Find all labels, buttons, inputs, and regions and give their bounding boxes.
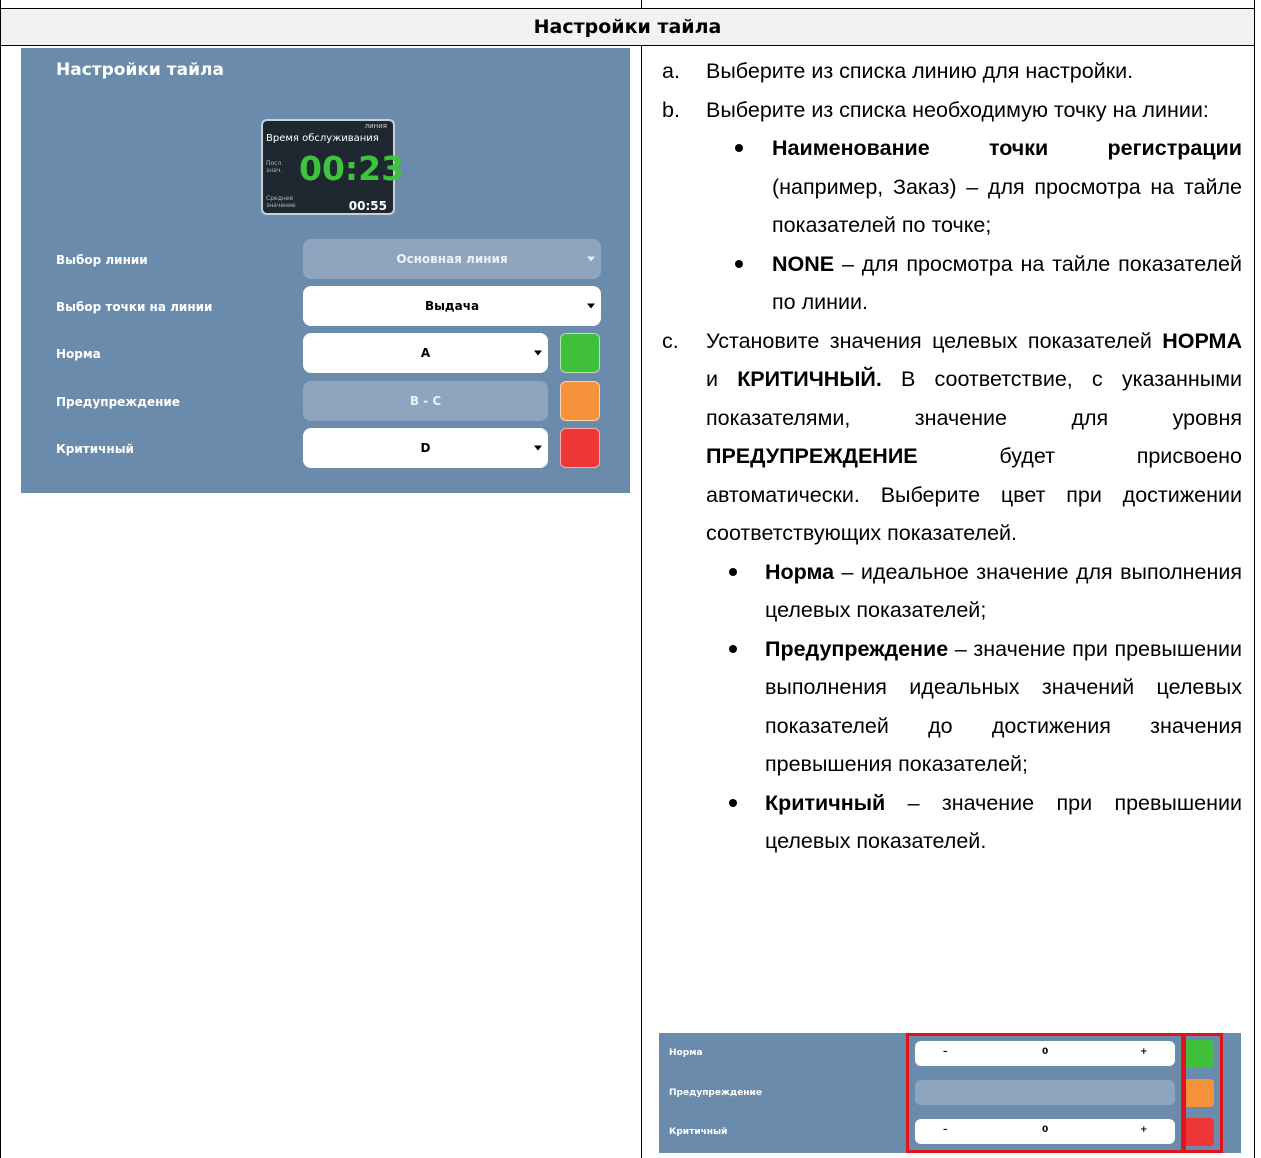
- tile-last-label-2: знач.: [266, 167, 283, 174]
- instruction-c-bold-3: ПРЕДУПРЕЖДЕНИЕ: [706, 444, 918, 468]
- column-divider: [641, 45, 642, 1158]
- critical-select-value: D: [420, 441, 431, 455]
- bullet-critical: Критичный – значение при превышении целе…: [662, 784, 1242, 861]
- point-select-value: Выдача: [424, 299, 480, 313]
- chevron-down-icon: [587, 256, 595, 262]
- section-title: Настройки тайла: [533, 16, 722, 38]
- critical-color-swatch[interactable]: [560, 428, 600, 468]
- instruction-b-marker: b.: [662, 97, 680, 122]
- chevron-down-icon: [587, 303, 595, 309]
- tile-preview: линия Время обслуживания Посл. знач. 00:…: [261, 119, 404, 215]
- s2-warning-label: Предупреждение: [669, 1088, 762, 1098]
- bullet-icon: [729, 644, 737, 653]
- line-select[interactable]: Основная линия: [303, 239, 601, 279]
- table-border-right: [1254, 0, 1255, 1158]
- bullet-point-name-text: (например, Заказ) – для просмотра на тай…: [772, 174, 1242, 238]
- point-select[interactable]: Выдача: [303, 286, 601, 326]
- bullet-critical-bold: Критичный: [765, 790, 886, 815]
- warning-color-swatch[interactable]: [560, 381, 600, 421]
- table-border-left: [0, 0, 1, 1158]
- norm-select[interactable]: A: [303, 333, 548, 373]
- section-header: Настройки тайла: [1, 9, 1254, 45]
- instruction-c-text-1: Установите значения целевых показателей: [706, 328, 1163, 353]
- instruction-c-bold-2: КРИТИЧНЫЙ.: [737, 367, 882, 391]
- bullet-norm: Норма – идеальное значение для выполнени…: [662, 553, 1242, 630]
- instruction-b: b. Выберите из списка необходимую точку …: [662, 91, 1242, 130]
- thresholds-screenshot: Норма – 0 + Предупреждение Критичный – 0…: [659, 1033, 1241, 1153]
- tile-last-label-1: Посл.: [266, 160, 284, 167]
- bullet-icon: [735, 144, 743, 152]
- column-divider-top: [641, 0, 642, 9]
- tile-last-value: 00:23: [299, 149, 405, 188]
- point-select-label: Выбор точки на линии: [56, 300, 213, 314]
- s2-critical-label: Критичный: [669, 1127, 728, 1137]
- instruction-a-text: Выберите из списка линию для настройки.: [706, 59, 1134, 83]
- bullet-norm-text: – идеальное значение для выполнения целе…: [765, 559, 1242, 623]
- bullet-none-bold: NONE: [772, 251, 835, 276]
- bullet-icon: [729, 798, 737, 807]
- document-page: Настройки тайла Настройки тайла линия Вр…: [0, 0, 1261, 1158]
- bullet-none-text: – для просмотра на тайле показателей по …: [772, 251, 1242, 315]
- bullet-icon: [735, 259, 743, 268]
- bullet-point-name: Наименование точки регистрации (например…: [662, 129, 1242, 245]
- tile-avg-label-2: значение: [266, 202, 296, 209]
- warning-label: Предупреждение: [56, 395, 180, 409]
- instruction-b-text: Выберите из списка необходимую точку на …: [706, 97, 1209, 122]
- tile-settings-screenshot: Настройки тайла линия Время обслуживания…: [21, 48, 630, 493]
- critical-label: Критичный: [56, 442, 134, 456]
- tile-avg-value: 00:55: [348, 199, 387, 213]
- bullet-point-name-bold: Наименование точки регистрации: [772, 136, 1242, 160]
- tile-line-tag: линия: [364, 122, 387, 130]
- bullet-warning: Предупреждение – значение при превышении…: [662, 630, 1242, 784]
- critical-select[interactable]: D: [303, 428, 548, 468]
- warning-field-value: B - C: [409, 394, 442, 408]
- tile-avg-label-1: Среднее: [266, 195, 294, 202]
- instruction-c-text-2: и: [706, 367, 738, 391]
- s2-norm-label: Норма: [669, 1048, 703, 1058]
- instruction-a: a. Выберите из списка линию для настройк…: [662, 52, 1242, 91]
- tile-title: Время обслуживания: [266, 133, 379, 144]
- chevron-down-icon: [534, 350, 542, 356]
- instruction-c-bold-1: НОРМА: [1162, 328, 1242, 353]
- instruction-a-marker: a.: [662, 59, 680, 83]
- chevron-down-icon: [534, 445, 542, 451]
- header-border-bottom: [0, 45, 1255, 46]
- instruction-c-marker: c.: [662, 328, 679, 353]
- bullet-icon: [729, 567, 737, 576]
- bullet-warning-bold: Предупреждение: [765, 636, 949, 661]
- warning-field: B - C: [303, 381, 548, 421]
- bullet-none: NONE – для просмотра на тайле показателе…: [662, 245, 1242, 322]
- instructions: a. Выберите из списка линию для настройк…: [662, 52, 1242, 861]
- highlight-box-values: [906, 1033, 1184, 1153]
- tile-last-label: Посл. знач.: [266, 160, 283, 174]
- instruction-c: c. Установите значения целевых показател…: [662, 322, 1242, 553]
- norm-color-swatch[interactable]: [560, 333, 600, 373]
- highlight-box-colors: [1183, 1033, 1223, 1153]
- norm-select-value: A: [420, 346, 431, 360]
- tile-avg-label: Среднее значение: [266, 195, 296, 209]
- panel-title: Настройки тайла: [56, 60, 224, 80]
- line-select-label: Выбор линии: [56, 253, 148, 267]
- bullet-norm-bold: Норма: [765, 559, 835, 584]
- norm-label: Норма: [56, 347, 101, 361]
- line-select-value: Основная линия: [396, 252, 508, 266]
